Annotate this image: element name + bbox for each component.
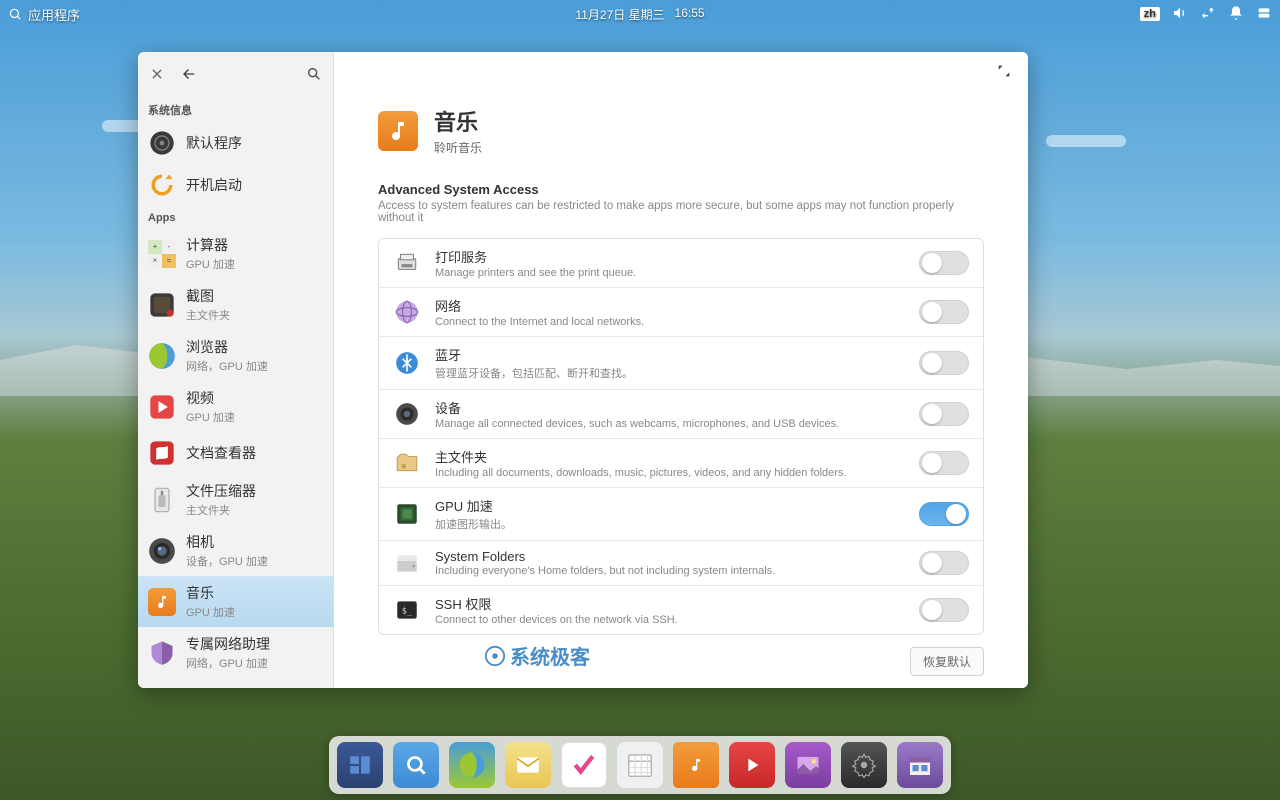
dock-tasks-icon[interactable]	[561, 742, 607, 788]
perm-desc: 加速图形输出。	[435, 516, 905, 532]
dock-photos-icon[interactable]	[785, 742, 831, 788]
dock-appcenter-icon[interactable]	[897, 742, 943, 788]
sidebar-app-item-2[interactable]: 浏览器网络，GPU 加速	[138, 330, 333, 381]
sidebar-app-item-3[interactable]: 视频GPU 加速	[138, 381, 333, 432]
perm-title: 网络	[435, 296, 905, 315]
perm-title: 设备	[435, 398, 905, 417]
sidebar-app-item-4[interactable]: 文档查看器	[138, 432, 333, 474]
sidebar-app-item-6[interactable]: 相机设备，GPU 加速	[138, 525, 333, 576]
dock	[329, 736, 951, 794]
restore-defaults-button[interactable]: 恢复默认	[910, 647, 984, 676]
watermark: 系统极客	[484, 641, 590, 670]
perm-desc: Manage all connected devices, such as we…	[435, 418, 905, 430]
volume-icon[interactable]	[1172, 5, 1188, 24]
app-title: 音乐	[434, 105, 482, 137]
watermark-text: 系统极客	[510, 641, 590, 670]
perm-toggle[interactable]	[919, 402, 969, 426]
perm-icon	[393, 449, 421, 477]
perm-row-1: 网络Connect to the Internet and local netw…	[379, 288, 983, 337]
perm-icon	[393, 298, 421, 326]
network-icon[interactable]	[1200, 5, 1216, 24]
dock-videos-icon[interactable]	[729, 742, 775, 788]
applications-menu[interactable]: 应用程序	[8, 5, 80, 24]
perm-toggle[interactable]	[919, 451, 969, 475]
sidebar-section-system: 系统信息	[138, 96, 333, 122]
perm-row-0: 打印服务Manage printers and see the print qu…	[379, 239, 983, 288]
dock-music-icon[interactable]	[673, 742, 719, 788]
perm-title: System Folders	[435, 549, 905, 564]
settings-window: 系统信息 默认程序开机启动 Apps +-×=计算器GPU 加速截图主文件夹浏览…	[138, 52, 1028, 688]
section-title: Advanced System Access	[378, 182, 984, 197]
close-icon[interactable]	[148, 65, 166, 83]
perm-row-2: 蓝牙管理蓝牙设备，包括匹配、断开和查找。	[379, 337, 983, 390]
sidebar-item-0[interactable]: 默认程序	[138, 122, 333, 164]
sidebar-section-apps: Apps	[138, 206, 333, 228]
app-subtitle: 聆听音乐	[434, 139, 482, 156]
dock-files-icon[interactable]	[393, 742, 439, 788]
sidebar-app-item-1[interactable]: 截图主文件夹	[138, 279, 333, 330]
perm-row-4: 主文件夹Including all documents, downloads, …	[379, 439, 983, 488]
sidebar-app-item-8[interactable]: 专属网络助理网络，GPU 加速	[138, 627, 333, 678]
perm-title: 蓝牙	[435, 345, 905, 364]
perm-icon	[393, 549, 421, 577]
section-desc: Access to system features can be restric…	[378, 200, 984, 224]
perm-toggle[interactable]	[919, 502, 969, 526]
sidebar-app-item-0[interactable]: +-×=计算器GPU 加速	[138, 228, 333, 279]
date-label: 11月27日 星期三	[575, 6, 664, 23]
perm-title: 打印服务	[435, 247, 905, 266]
perm-toggle[interactable]	[919, 251, 969, 275]
back-icon[interactable]	[180, 65, 198, 83]
perm-desc: Including everyone's Home folders, but n…	[435, 565, 905, 577]
perm-desc: 管理蓝牙设备，包括匹配、断开和查找。	[435, 365, 905, 381]
search-icon[interactable]	[305, 65, 323, 83]
clock-area[interactable]: 11月27日 星期三 16:55	[575, 6, 704, 23]
app-icon-music	[378, 111, 418, 151]
perm-icon	[393, 400, 421, 428]
perm-row-5: GPU 加速加速图形输出。	[379, 488, 983, 541]
applications-label: 应用程序	[28, 5, 80, 24]
time-label: 16:55	[675, 6, 705, 23]
dock-mail-icon[interactable]	[505, 742, 551, 788]
sidebar-item-1[interactable]: 开机启动	[138, 164, 333, 206]
top-panel: 应用程序 11月27日 星期三 16:55 zh	[0, 0, 1280, 28]
perm-icon	[393, 249, 421, 277]
perm-desc: Manage printers and see the print queue.	[435, 267, 905, 279]
perm-desc: Connect to the Internet and local networ…	[435, 316, 905, 328]
perm-title: GPU 加速	[435, 496, 905, 515]
perm-toggle[interactable]	[919, 300, 969, 324]
sidebar-app-item-7[interactable]: 音乐GPU 加速	[138, 576, 333, 627]
perm-title: SSH 权限	[435, 594, 905, 613]
session-icon[interactable]	[1256, 5, 1272, 24]
input-method-indicator[interactable]: zh	[1140, 7, 1160, 21]
perm-icon	[393, 349, 421, 377]
dock-browser-icon[interactable]	[449, 742, 495, 788]
perm-row-3: 设备Manage all connected devices, such as …	[379, 390, 983, 439]
sidebar-app-item-5[interactable]: 文件压缩器主文件夹	[138, 474, 333, 525]
bell-icon[interactable]	[1228, 5, 1244, 24]
perm-icon: $_	[393, 596, 421, 624]
dock-settings-icon[interactable]	[841, 742, 887, 788]
perm-toggle[interactable]	[919, 551, 969, 575]
perm-toggle[interactable]	[919, 351, 969, 375]
perm-row-6: System FoldersIncluding everyone's Home …	[379, 541, 983, 586]
perm-row-7: $_ SSH 权限Connect to other devices on the…	[379, 586, 983, 634]
perm-desc: Including all documents, downloads, musi…	[435, 467, 905, 479]
perm-icon	[393, 500, 421, 528]
dock-calendar-icon[interactable]	[617, 742, 663, 788]
perm-toggle[interactable]	[919, 598, 969, 622]
perm-title: 主文件夹	[435, 447, 905, 466]
perm-desc: Connect to other devices on the network …	[435, 614, 905, 626]
svg-text:$_: $_	[402, 606, 413, 616]
dock-multitasking-icon[interactable]	[337, 742, 383, 788]
sidebar: 系统信息 默认程序开机启动 Apps +-×=计算器GPU 加速截图主文件夹浏览…	[138, 52, 334, 688]
content-pane: 音乐 聆听音乐 Advanced System Access Access to…	[334, 52, 1028, 688]
maximize-icon[interactable]	[996, 63, 1014, 81]
